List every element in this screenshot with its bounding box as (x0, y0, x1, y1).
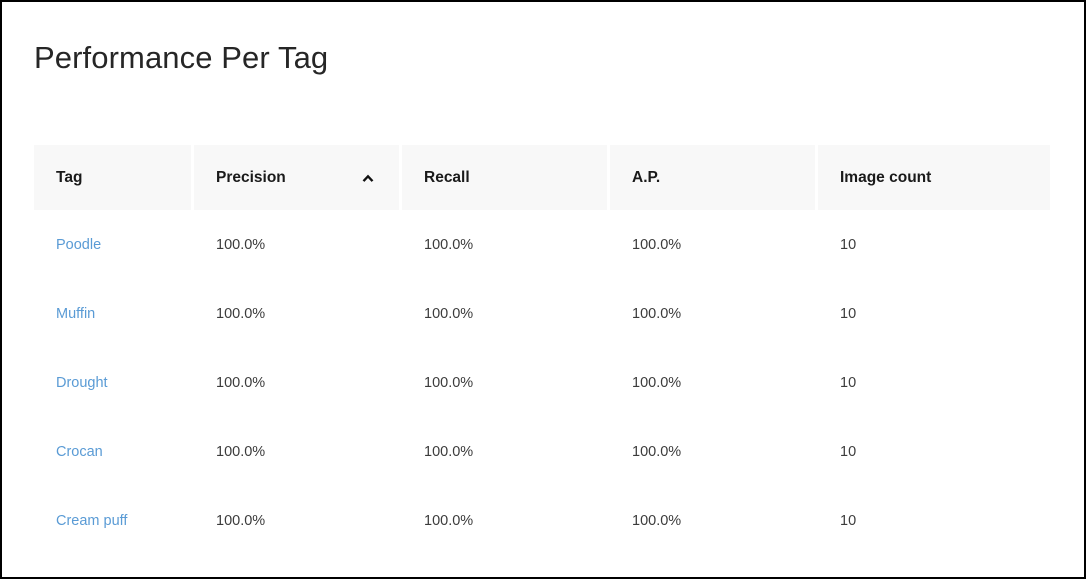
image-count-bar-track (878, 305, 1048, 322)
table-header: Tag Precision Recall A.P. Image count (34, 145, 1050, 210)
column-header-tag-label: Tag (56, 168, 83, 186)
cell-image-count: 10 (818, 279, 1050, 348)
image-count-bar-track (878, 443, 1048, 460)
image-count-value: 10 (840, 443, 857, 460)
cell-precision: 100.0% (194, 417, 402, 486)
cell-tag: Poodle (34, 210, 194, 279)
cell-recall: 100.0% (402, 417, 610, 486)
table-row: Drought 100.0% 100.0% 100.0% 10 (34, 348, 1050, 417)
cell-precision: 100.0% (194, 210, 402, 279)
image-count-value: 10 (840, 512, 857, 529)
cell-image-count: 10 (818, 348, 1050, 417)
image-count-value: 10 (840, 305, 857, 322)
image-count-value: 10 (840, 374, 857, 391)
tag-link[interactable]: Poodle (56, 237, 101, 253)
tag-link[interactable]: Muffin (56, 306, 95, 322)
tag-link[interactable]: Drought (56, 375, 108, 391)
performance-per-tag-panel: Performance Per Tag Tag Precision Recall… (0, 0, 1086, 579)
cell-tag: Drought (34, 348, 194, 417)
cell-ap: 100.0% (610, 348, 818, 417)
cell-precision: 100.0% (194, 486, 402, 555)
table-body: Poodle 100.0% 100.0% 100.0% 10 Muffin 10… (34, 210, 1050, 555)
table-row: Muffin 100.0% 100.0% 100.0% 10 (34, 279, 1050, 348)
chevron-up-icon (361, 171, 375, 185)
cell-recall: 100.0% (402, 348, 610, 417)
table-row: Poodle 100.0% 100.0% 100.0% 10 (34, 210, 1050, 279)
cell-tag: Muffin (34, 279, 194, 348)
cell-tag: Cream puff (34, 486, 194, 555)
cell-ap: 100.0% (610, 486, 818, 555)
cell-recall: 100.0% (402, 279, 610, 348)
cell-ap: 100.0% (610, 417, 818, 486)
cell-precision: 100.0% (194, 279, 402, 348)
cell-ap: 100.0% (610, 279, 818, 348)
tag-link[interactable]: Crocan (56, 444, 103, 460)
tag-link[interactable]: Cream puff (56, 513, 127, 529)
cell-tag: Crocan (34, 417, 194, 486)
cell-precision: 100.0% (194, 348, 402, 417)
column-header-tag[interactable]: Tag (34, 145, 194, 210)
page-title: Performance Per Tag (34, 40, 329, 75)
performance-per-tag-table: Tag Precision Recall A.P. Image count Po… (34, 145, 1050, 555)
column-header-ap[interactable]: A.P. (610, 145, 818, 210)
column-header-image-count[interactable]: Image count (818, 145, 1050, 210)
cell-image-count: 10 (818, 417, 1050, 486)
table-header-row: Tag Precision Recall A.P. Image count (34, 145, 1050, 210)
column-header-precision-label: Precision (216, 168, 286, 186)
cell-recall: 100.0% (402, 486, 610, 555)
column-header-recall-label: Recall (424, 168, 470, 186)
image-count-value: 10 (840, 236, 857, 253)
column-header-ap-label: A.P. (632, 168, 661, 186)
column-header-image-count-label: Image count (840, 168, 932, 186)
image-count-bar-track (878, 236, 1048, 253)
performance-table-container: Tag Precision Recall A.P. Image count Po… (34, 145, 1050, 555)
column-header-precision[interactable]: Precision (194, 145, 402, 210)
cell-ap: 100.0% (610, 210, 818, 279)
cell-recall: 100.0% (402, 210, 610, 279)
image-count-bar-track (878, 512, 1048, 529)
table-row: Cream puff 100.0% 100.0% 100.0% 10 (34, 486, 1050, 555)
table-row: Crocan 100.0% 100.0% 100.0% 10 (34, 417, 1050, 486)
column-header-recall[interactable]: Recall (402, 145, 610, 210)
cell-image-count: 10 (818, 486, 1050, 555)
image-count-bar-track (878, 374, 1048, 391)
cell-image-count: 10 (818, 210, 1050, 279)
